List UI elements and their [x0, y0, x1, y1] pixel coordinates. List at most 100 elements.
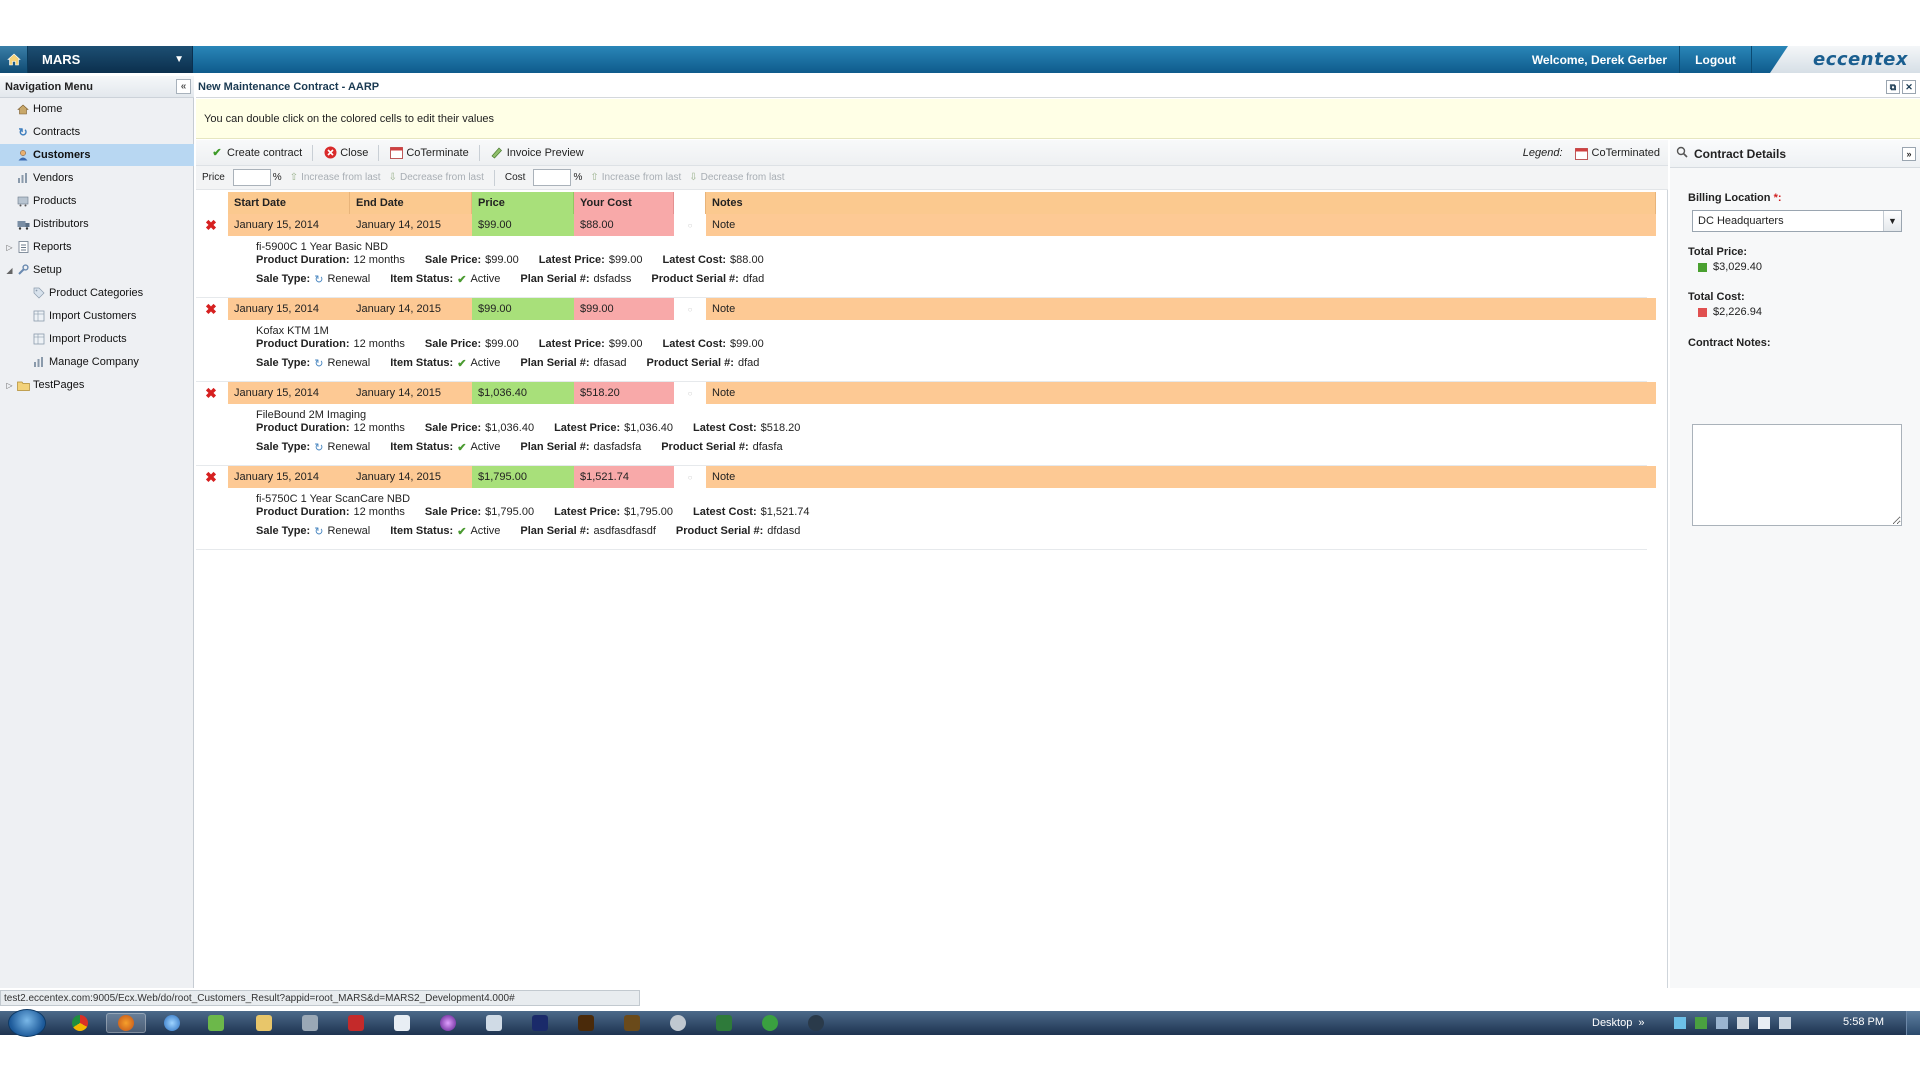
illustrator-icon[interactable]	[566, 1013, 606, 1033]
home-button[interactable]	[0, 46, 28, 73]
monitor-icon[interactable]	[1779, 1017, 1792, 1029]
editor-icon[interactable]	[474, 1013, 514, 1033]
delete-row-icon[interactable]: ✖	[204, 386, 218, 400]
collapse-icon[interactable]: ◢	[5, 266, 14, 275]
puzzle-icon[interactable]	[196, 1013, 236, 1033]
nav-item-customers[interactable]: Customers	[0, 144, 194, 166]
delete-row-icon[interactable]: ✖	[204, 302, 218, 316]
delete-row-icon[interactable]: ✖	[204, 218, 218, 232]
desktop-toolbar[interactable]: Desktop	[1592, 1017, 1632, 1029]
desktop-chevron-icon[interactable]: »	[1638, 1017, 1644, 1029]
note-cell[interactable]: Note	[706, 382, 1656, 404]
chrome-icon[interactable]	[60, 1013, 100, 1033]
nav-item-contracts[interactable]: ↻ Contracts	[0, 121, 194, 143]
price-cell[interactable]: $99.00	[472, 298, 574, 320]
start-date-cell[interactable]: January 15, 2014	[228, 466, 350, 488]
app-selector[interactable]: MARS ▼	[28, 46, 193, 73]
show-desktop-button[interactable]	[1906, 1011, 1920, 1035]
sale-type-value: Renewal	[327, 273, 371, 285]
nav-item-home[interactable]: Home	[0, 98, 194, 120]
nav-item-import-customers[interactable]: Import Customers	[0, 305, 194, 327]
nav-item-product-categories[interactable]: Product Categories	[0, 282, 194, 304]
cost-percent-input[interactable]	[533, 169, 572, 186]
steam-icon[interactable]	[796, 1013, 836, 1033]
bluetooth-icon[interactable]	[1674, 1017, 1687, 1029]
notepad-icon[interactable]	[382, 1013, 422, 1033]
nav-item-reports[interactable]: ▷ Reports	[0, 236, 194, 258]
collapse-sidebar-button[interactable]: «	[176, 79, 191, 94]
nav-item-vendors[interactable]: Vendors	[0, 167, 194, 189]
start-date-cell[interactable]: January 15, 2014	[228, 298, 350, 320]
coterminate-button[interactable]: CoTerminate	[381, 143, 476, 163]
radio-icon[interactable]: ○	[674, 214, 706, 236]
price-cell[interactable]: $1,795.00	[472, 466, 574, 488]
restore-window-button[interactable]: ⧉	[1886, 80, 1900, 94]
start-date-cell[interactable]: January 15, 2014	[228, 382, 350, 404]
column-header-your-cost[interactable]: Your Cost	[574, 192, 674, 214]
end-date-cell[interactable]: January 14, 2015	[350, 466, 472, 488]
tool-icon[interactable]	[290, 1013, 330, 1033]
note-cell[interactable]: Note	[706, 466, 1656, 488]
cost-decrease-button[interactable]: ⇩ Decrease from last	[689, 172, 784, 183]
close-tab-button[interactable]: ✕	[1902, 80, 1916, 94]
browser-icon[interactable]	[152, 1013, 192, 1033]
nav-item-import-products[interactable]: Import Products	[0, 328, 194, 350]
volume-icon[interactable]	[1758, 1017, 1771, 1029]
settings-icon[interactable]	[658, 1013, 698, 1033]
renew-icon: ↻	[314, 441, 324, 454]
nav-item-testpages[interactable]: ▷ TestPages	[0, 374, 194, 396]
note-cell[interactable]: Note	[706, 214, 1656, 236]
firefox-icon[interactable]	[106, 1013, 146, 1033]
radio-icon[interactable]: ○	[674, 466, 706, 488]
collapse-details-button[interactable]: »	[1902, 147, 1916, 161]
network-icon[interactable]	[1716, 1017, 1729, 1029]
end-date-cell[interactable]: January 14, 2015	[350, 298, 472, 320]
end-date-cell[interactable]: January 14, 2015	[350, 214, 472, 236]
price-increase-button[interactable]: ⇧ Increase from last	[290, 172, 381, 183]
chevron-down-icon[interactable]: ▼	[1883, 211, 1901, 231]
photoshop-icon[interactable]	[520, 1013, 560, 1033]
nav-item-manage-company[interactable]: Manage Company	[0, 351, 194, 373]
logout-link[interactable]: Logout	[1680, 46, 1752, 73]
cost-cell[interactable]: $99.00	[574, 298, 674, 320]
cost-increase-button[interactable]: ⇧ Increase from last	[590, 172, 681, 183]
nav-item-distributors[interactable]: Distributors	[0, 213, 194, 235]
column-header-end-date[interactable]: End Date	[350, 192, 472, 214]
create-contract-button[interactable]: ✔ Create contract	[202, 143, 310, 163]
price-percent-input[interactable]	[232, 169, 271, 186]
start-date-cell[interactable]: January 15, 2014	[228, 214, 350, 236]
excel-icon[interactable]	[704, 1013, 744, 1033]
invoice-preview-button[interactable]: Invoice Preview	[482, 143, 592, 163]
start-button[interactable]	[8, 1009, 46, 1037]
price-decrease-button[interactable]: ⇩ Decrease from last	[389, 172, 484, 183]
billing-location-select[interactable]: DC Headquarters ▼	[1692, 210, 1902, 232]
column-header-start-date[interactable]: Start Date	[228, 192, 350, 214]
radio-icon[interactable]: ○	[674, 298, 706, 320]
nav-item-setup[interactable]: ◢ Setup	[0, 259, 194, 281]
row-detail: fi-5750C 1 Year ScanCare NBD Product Dura…	[256, 492, 1656, 554]
utorrent-icon[interactable]	[750, 1013, 790, 1033]
tray-app-icon[interactable]	[1695, 1017, 1708, 1029]
cost-cell[interactable]: $1,521.74	[574, 466, 674, 488]
explorer-icon[interactable]	[244, 1013, 284, 1033]
contract-notes-field[interactable]	[1692, 424, 1902, 526]
column-header-notes[interactable]: Notes	[706, 192, 1656, 214]
flag-icon[interactable]	[1737, 1017, 1750, 1029]
cost-cell[interactable]: $88.00	[574, 214, 674, 236]
note-cell[interactable]: Note	[706, 298, 1656, 320]
price-cell[interactable]: $99.00	[472, 214, 574, 236]
price-cell[interactable]: $1,036.40	[472, 382, 574, 404]
close-button[interactable]: Close	[315, 143, 376, 163]
bridge-icon[interactable]	[612, 1013, 652, 1033]
radio-icon[interactable]: ○	[674, 382, 706, 404]
cost-cell[interactable]: $518.20	[574, 382, 674, 404]
nav-item-products[interactable]: Products	[0, 190, 194, 212]
column-header-price[interactable]: Price	[472, 192, 574, 214]
acrobat-icon[interactable]	[336, 1013, 376, 1033]
delete-row-icon[interactable]: ✖	[204, 470, 218, 484]
expand-icon[interactable]: ▷	[5, 243, 14, 252]
end-date-cell[interactable]: January 14, 2015	[350, 382, 472, 404]
media-icon[interactable]	[428, 1013, 468, 1033]
expand-icon[interactable]: ▷	[5, 381, 14, 390]
taskbar-clock[interactable]: 5:58 PM	[1843, 1016, 1884, 1028]
